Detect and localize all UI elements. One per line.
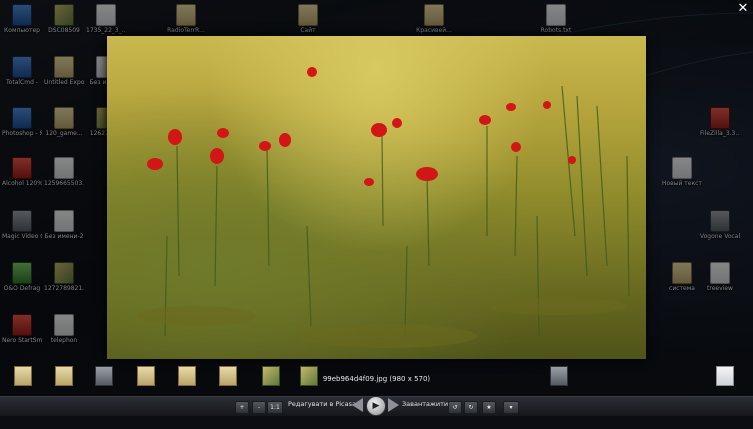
taskbar-folder-icon[interactable] <box>178 366 196 386</box>
taskbar-folder-icon[interactable] <box>137 366 155 386</box>
taskbar-folder-icon[interactable] <box>55 366 73 386</box>
photo-view[interactable] <box>107 36 646 359</box>
zoom-in-button[interactable]: + <box>235 401 249 414</box>
rotate-left-button[interactable]: ↺ <box>448 401 462 414</box>
zoom-out-button[interactable]: - <box>252 401 266 414</box>
taskbar-photo-icon[interactable] <box>300 366 318 386</box>
recycle-bin-icon[interactable] <box>716 366 734 386</box>
previous-arrow-icon[interactable] <box>352 398 363 412</box>
actual-size-button[interactable]: 1:1 <box>267 401 283 414</box>
taskbar-photo-icon[interactable] <box>262 366 280 386</box>
play-slideshow-button[interactable]: ▶ <box>366 396 386 416</box>
taskbar-lock-icon[interactable] <box>95 366 113 386</box>
close-icon[interactable]: ✕ <box>736 2 750 16</box>
taskbar-folder-icon[interactable] <box>14 366 32 386</box>
taskbar-folder-icon[interactable] <box>219 366 237 386</box>
next-arrow-icon[interactable] <box>388 398 399 412</box>
poppy-field-image <box>137 67 630 348</box>
star-button[interactable]: ★ <box>482 401 496 414</box>
edit-in-picasa-button[interactable]: Редагувати в Picasa <box>288 400 356 408</box>
taskbar-app-icon[interactable] <box>550 366 568 386</box>
rotate-right-button[interactable]: ↻ <box>464 401 478 414</box>
more-menu-button[interactable]: ▾ <box>503 401 519 414</box>
upload-button[interactable]: Завантажити <box>402 400 448 408</box>
